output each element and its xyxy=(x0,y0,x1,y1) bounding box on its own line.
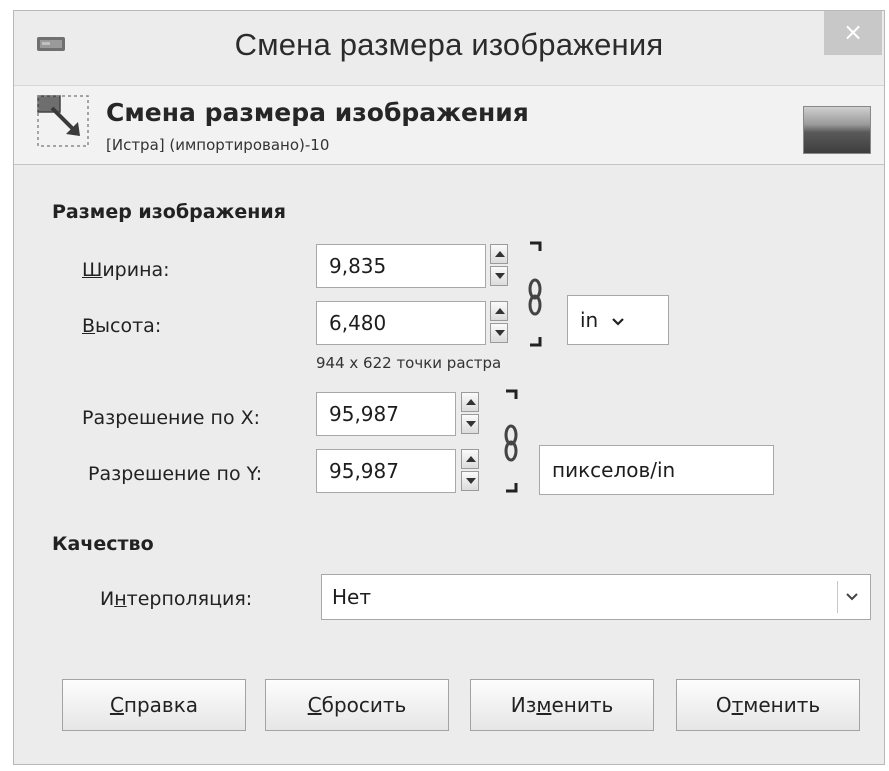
title-bar[interactable]: Смена размера изображения × xyxy=(14,11,884,83)
height-label: Высота: xyxy=(82,315,162,337)
height-decrement-icon[interactable] xyxy=(490,323,508,343)
scale-image-icon xyxy=(37,95,89,147)
width-decrement-icon[interactable] xyxy=(490,266,508,286)
resolution-unit-select[interactable]: пикселов/in xyxy=(539,445,774,495)
chevron-down-icon xyxy=(611,318,624,326)
resolution-y-decrement-icon[interactable] xyxy=(461,471,479,491)
width-label: Ширина: xyxy=(82,259,170,281)
interpolation-select[interactable]: Нет xyxy=(321,574,871,620)
height-increment-icon[interactable] xyxy=(490,301,508,321)
height-spinner[interactable] xyxy=(490,301,510,345)
cancel-button[interactable]: Отменить xyxy=(676,679,860,731)
width-increment-icon[interactable] xyxy=(490,244,508,264)
width-input[interactable]: 9,835 xyxy=(316,244,486,288)
pixel-dimensions-info: 944 x 622 точки растра xyxy=(316,354,502,372)
resolution-y-spinner[interactable] xyxy=(461,449,481,493)
dialog-header: Смена размера изображения [Истра] (импор… xyxy=(14,85,884,165)
header-title: Смена размера изображения xyxy=(106,98,529,127)
resolution-x-input[interactable]: 95,987 xyxy=(316,392,456,436)
resolution-y-label: Разрешение по Y: xyxy=(88,463,263,485)
interpolation-value: Нет xyxy=(332,585,371,609)
window-title: Смена размера изображения xyxy=(234,27,664,62)
apply-button[interactable]: Изменить xyxy=(470,679,654,731)
chain-link-size-icon[interactable] xyxy=(522,239,548,349)
reset-button[interactable]: Сбросить xyxy=(265,679,449,731)
interpolation-dropdown-button[interactable] xyxy=(837,581,866,613)
resolution-x-label: Разрешение по X: xyxy=(82,407,261,429)
close-icon: × xyxy=(842,18,864,46)
help-button[interactable]: Справка xyxy=(62,679,246,731)
chevron-down-icon xyxy=(846,593,858,601)
resize-dialog: Смена размера изображения × Смена размер… xyxy=(13,10,885,765)
height-input[interactable]: 6,480 xyxy=(316,301,486,345)
resolution-y-input[interactable]: 95,987 xyxy=(316,449,456,493)
resolution-y-increment-icon[interactable] xyxy=(461,449,479,469)
section-title-quality: Качество xyxy=(52,533,154,555)
close-button[interactable]: × xyxy=(824,11,882,55)
chain-link-resolution-icon[interactable] xyxy=(498,387,524,497)
resolution-x-increment-icon[interactable] xyxy=(461,392,479,412)
section-title-image-size: Размер изображения xyxy=(52,201,286,223)
resolution-x-spinner[interactable] xyxy=(461,392,481,436)
width-spinner[interactable] xyxy=(490,244,510,288)
resolution-x-decrement-icon[interactable] xyxy=(461,414,479,434)
interpolation-label: Интерполяция: xyxy=(100,588,253,610)
size-unit-select[interactable]: in xyxy=(567,295,669,345)
header-subtitle: [Истра] (импортировано)-10 xyxy=(106,136,330,154)
image-thumbnail xyxy=(803,106,871,154)
